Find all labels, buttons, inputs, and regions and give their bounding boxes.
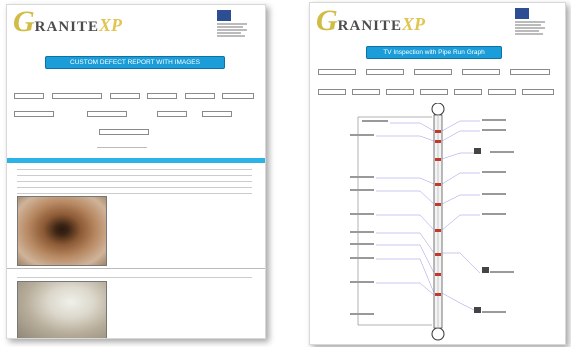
observation-label: [482, 129, 506, 131]
field-box: [318, 89, 346, 95]
thumbnail-icon: [474, 148, 481, 154]
field-box: [110, 93, 140, 99]
observation-label: [350, 213, 374, 215]
thumbnail-icon: [474, 307, 481, 313]
defect-marker: [435, 253, 441, 256]
defect-marker: [435, 130, 441, 133]
table-header: [7, 158, 265, 163]
company-logo-icon: [515, 8, 529, 19]
field-box: [202, 111, 232, 117]
field-box: [14, 93, 44, 99]
defect-marker: [435, 183, 441, 186]
section-label-line: [97, 147, 147, 148]
defect-marker: [435, 293, 441, 296]
observation-label: [482, 311, 506, 313]
observation-label: [482, 171, 506, 173]
granite-xp-logo: GRANITEXP: [13, 5, 123, 38]
field-box: [386, 89, 414, 95]
field-box: [462, 69, 500, 75]
divider: [7, 268, 265, 269]
observation-label: [350, 257, 374, 259]
defect-marker: [435, 229, 441, 232]
field-box: [14, 111, 54, 117]
report-title-banner: TV Inspection with Pipe Run Graph: [366, 46, 502, 59]
field-box: [222, 93, 254, 99]
field-box: [87, 111, 127, 117]
observation-label: [350, 243, 374, 245]
observation-label: [490, 271, 514, 273]
observation-label: [350, 134, 374, 136]
observation-label: [490, 151, 514, 153]
observation-label: [482, 193, 506, 195]
field-box: [510, 69, 550, 75]
defect-marker: [435, 203, 441, 206]
observation-label: [350, 281, 374, 283]
observation-label: [482, 213, 506, 215]
company-logo-icon: [217, 10, 231, 21]
observation-label: [482, 119, 506, 121]
thumbnail-icon: [482, 267, 489, 273]
field-box: [147, 93, 177, 99]
pipe-inspection-photo: [17, 281, 107, 338]
company-address-block: [217, 22, 257, 38]
pipe-inspection-photo: [17, 196, 107, 266]
defect-marker: [435, 273, 441, 276]
defect-marker: [435, 158, 441, 161]
observation-label: [350, 189, 374, 191]
table-row: [17, 272, 252, 278]
report-page-left: GRANITEXP CUSTOM DEFECT REPORT WITH IMAG…: [6, 4, 266, 339]
observation-label: [350, 231, 374, 233]
field-box: [185, 93, 215, 99]
field-box: [318, 69, 356, 75]
observation-label: [350, 176, 374, 178]
table-row: [17, 188, 252, 194]
company-address-block: [515, 20, 555, 36]
field-box: [366, 69, 404, 75]
field-box: [522, 89, 554, 95]
field-box: [488, 89, 516, 95]
upstream-manhole-icon: [431, 103, 445, 116]
field-box: [52, 93, 102, 99]
field-box: [157, 111, 187, 117]
field-box: [420, 89, 448, 95]
pipe-run-graph: [350, 103, 514, 341]
field-box: [352, 89, 380, 95]
field-box: [99, 129, 149, 135]
report-title-banner: CUSTOM DEFECT REPORT WITH IMAGES: [45, 56, 225, 69]
field-box: [414, 69, 452, 75]
downstream-manhole-icon: [431, 327, 445, 341]
report-page-right: GRANITEXP TV Inspection with Pipe Run Gr…: [309, 2, 566, 345]
defect-marker: [435, 140, 441, 143]
observation-label: [350, 313, 374, 315]
field-box: [454, 89, 482, 95]
observation-label: [362, 120, 388, 122]
granite-xp-logo: GRANITEXP: [316, 4, 426, 37]
